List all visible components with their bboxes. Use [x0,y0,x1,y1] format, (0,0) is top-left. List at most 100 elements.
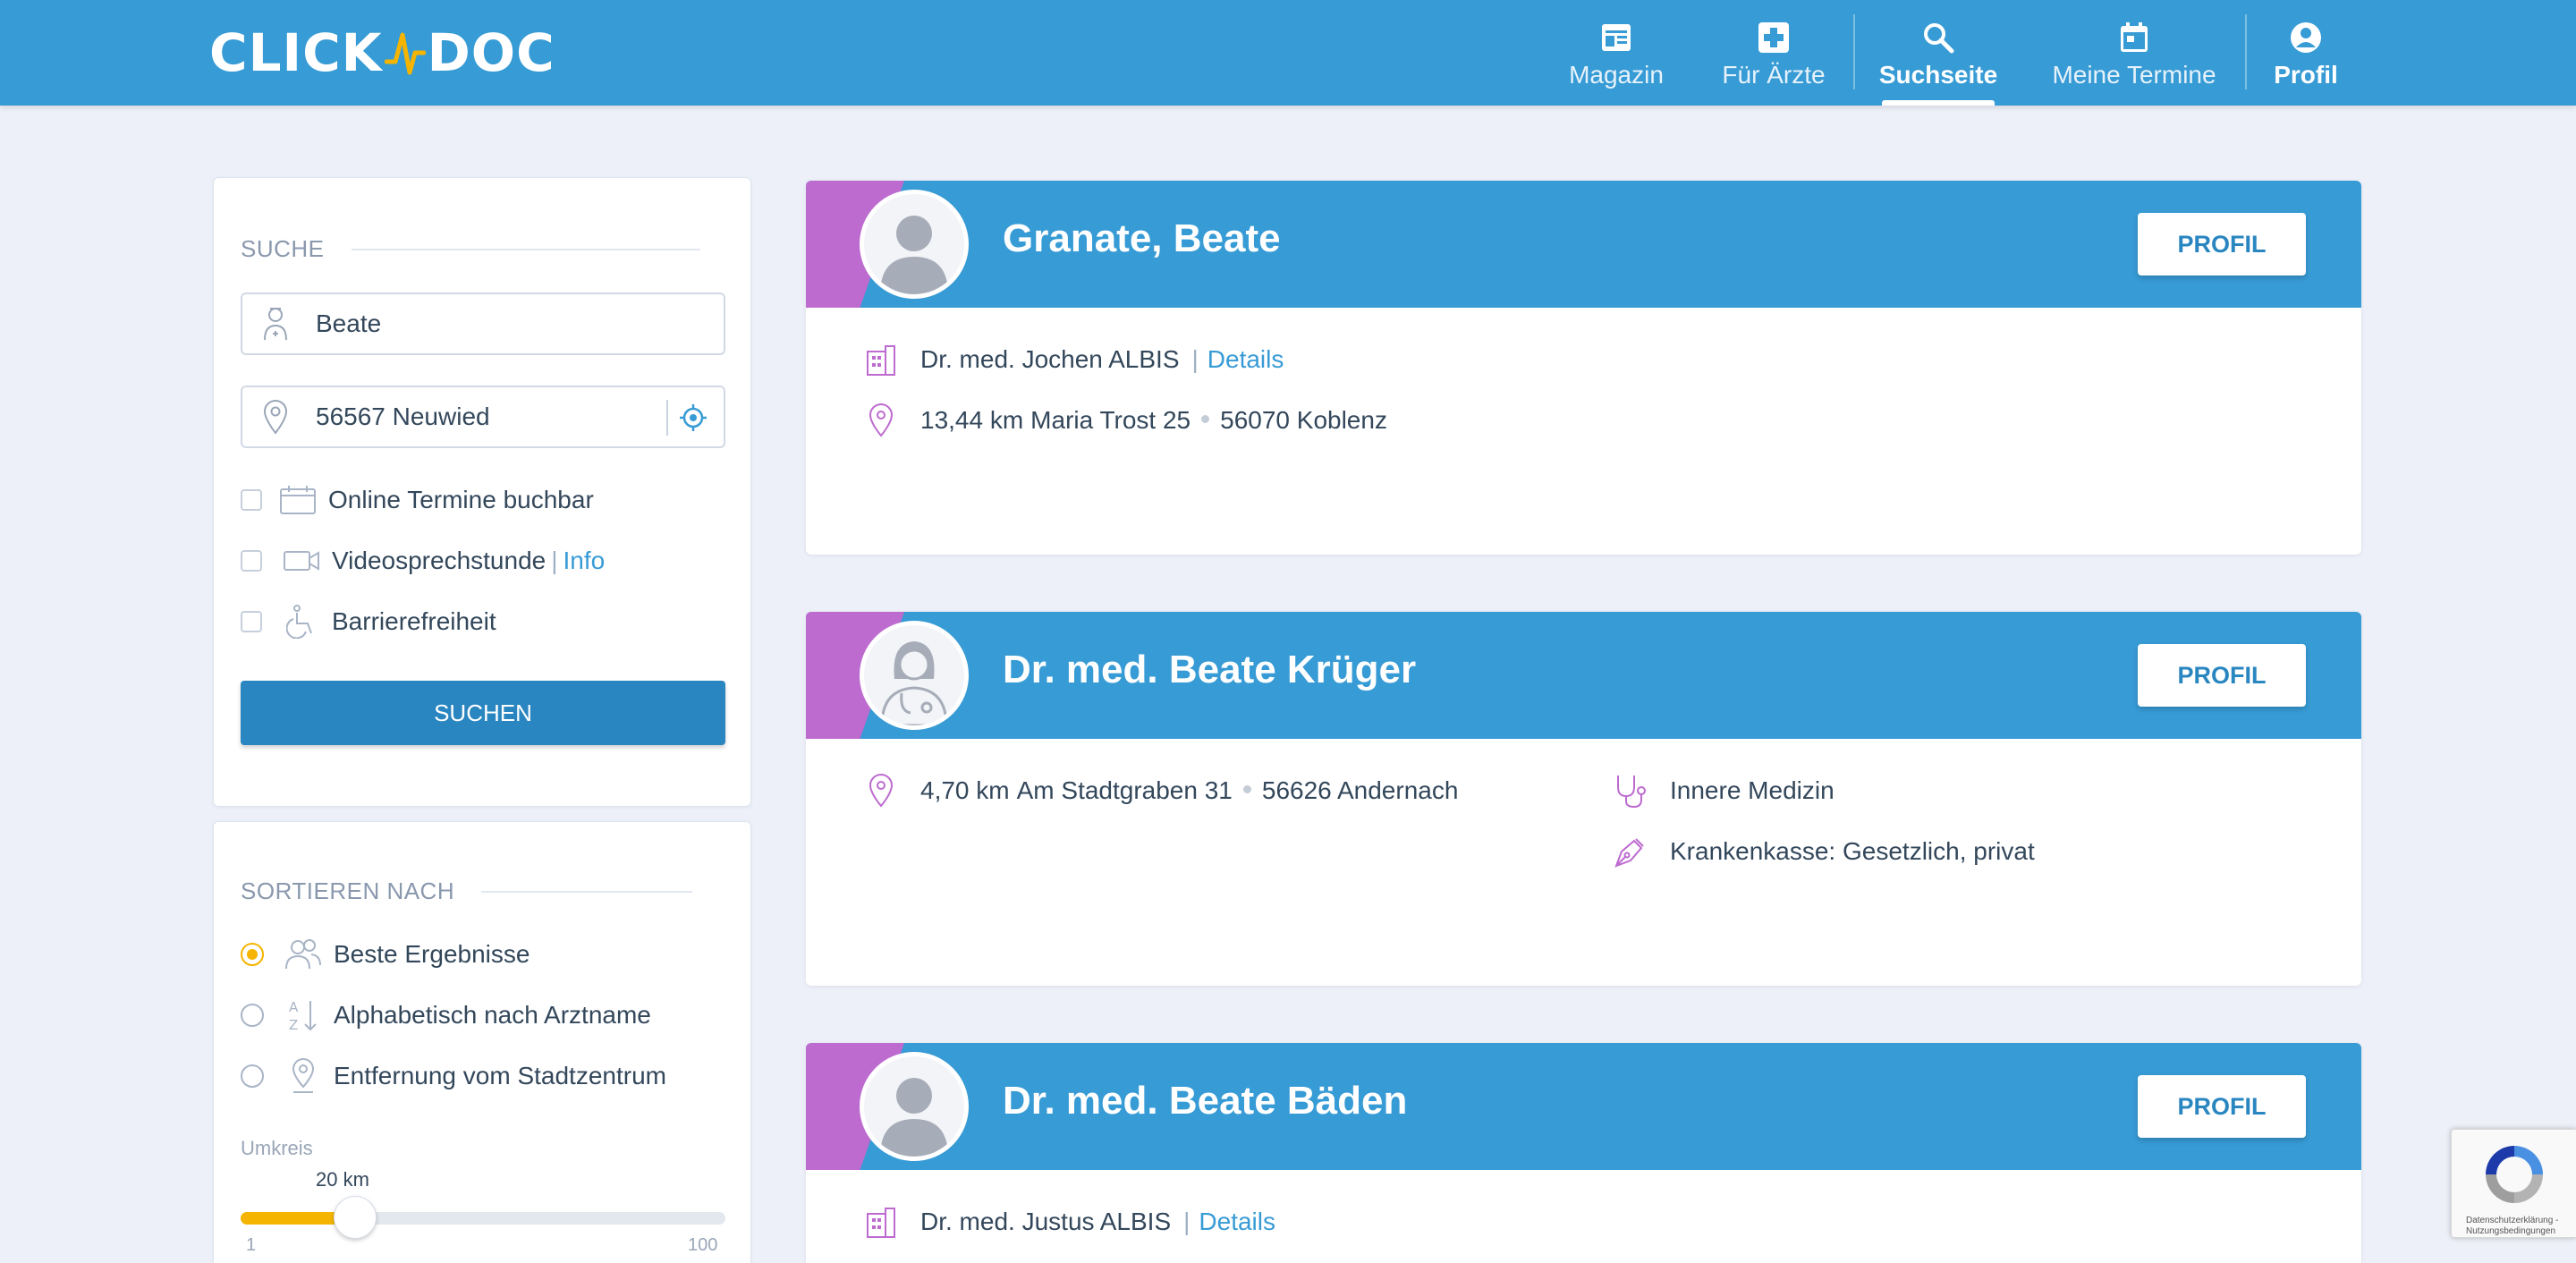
sort-option-label: Beste Ergebnisse [334,940,530,968]
barrierefreiheit-checkbox[interactable] [241,611,262,632]
separator: | [1191,345,1199,373]
result-card-header: Dr. med. Beate Krüger PROFIL [806,612,2361,739]
svg-text:Z: Z [289,1017,298,1033]
sort-option-alphabetisch[interactable]: AZ Alphabetisch nach Arztname [241,997,651,1033]
nav-label: Suchseite [1878,61,1998,89]
practice-row: Dr. med. Justus ALBIS | Details [863,1204,1275,1240]
doctor-name[interactable]: Dr. med. Beate Bäden [1003,1079,1407,1123]
practice-row: Dr. med. Jochen ALBIS | Details [863,342,1284,377]
search-panel-heading: SUCHE [241,235,325,262]
location-input-value: 56567 Neuwied [316,403,490,430]
bullet-dot [1201,414,1210,423]
sort-alphabetisch-radio[interactable] [241,1004,264,1027]
city: 56626 Andernach [1261,776,1459,804]
profil-button[interactable]: PROFIL [2138,1075,2306,1138]
calendar-outline-icon [278,482,318,518]
online-termine-checkbox[interactable] [241,489,262,511]
newspaper-icon [1600,20,1632,55]
sort-panel-heading: SORTIEREN NACH [241,877,455,904]
search-icon [1922,20,1954,55]
filter-label: Videosprechstunde [332,547,547,574]
avatar [860,1052,969,1161]
address-row: 13,44 km Maria Trost 25 56070 Koblenz [863,403,1387,438]
search-panel-title: SUCHE [241,235,700,263]
radius-slider-track[interactable] [241,1196,725,1239]
logo-text-right: DOC [427,22,555,83]
doctor-name[interactable]: Dr. med. Beate Krüger [1003,648,1416,692]
wheelchair-icon [282,604,321,640]
radius-label: Umkreis [241,1137,313,1159]
pulse-icon [384,32,426,75]
details-link[interactable]: Details [1199,1208,1275,1236]
result-card: Dr. med. Beate Krüger PROFIL 4,70 km Am … [806,612,2361,986]
nav-fuer-aerzte[interactable]: Für Ärzte [1719,0,1828,106]
name-input-value: Beate [316,309,382,337]
separator: | [1183,1208,1191,1235]
radius-value: 20 km [316,1168,369,1191]
top-header: CLICK DOC Magazin Für Ärzte Suchseite Me… [0,0,2576,106]
separator: | [551,547,558,574]
nav-profil[interactable]: Profil [2268,0,2343,106]
location-input[interactable]: 56567 Neuwied [241,386,725,448]
street: Am Stadtgraben 31 [1016,776,1233,804]
crosshair-icon [680,404,707,431]
practice-name: Dr. med. Justus ALBIS [920,1208,1172,1235]
recaptcha-logo-icon [2486,1146,2543,1203]
sort-beste-radio[interactable] [241,943,264,966]
locate-me-button[interactable] [666,400,708,436]
doctor-person-icon [262,306,305,342]
radius-min-label: 1 [246,1235,257,1255]
sort-panel-title: SORTIEREN NACH [241,877,693,905]
specialty-row: Innere Medizin [1613,773,1835,809]
result-card: Granate, Beate PROFIL Dr. med. Jochen AL… [806,181,2361,555]
search-button[interactable]: SUCHEN [241,681,725,745]
nav-suchseite[interactable]: Suchseite [1878,0,1998,106]
clickdoc-logo[interactable]: CLICK DOC [209,21,555,84]
doctor-name[interactable]: Granate, Beate [1003,216,1281,261]
street: Maria Trost 25 [1030,406,1191,434]
filter-online-termine[interactable]: Online Termine buchbar [241,482,594,518]
radius-slider-handle[interactable] [334,1196,377,1239]
profil-button[interactable]: PROFIL [2138,644,2306,707]
person-placeholder-icon [880,1078,948,1157]
map-pin-icon [863,403,899,438]
sort-option-beste[interactable]: Beste Ergebnisse [241,937,530,972]
videosprechstunde-checkbox[interactable] [241,550,262,572]
details-link[interactable]: Details [1208,345,1284,374]
sort-entfernung-radio[interactable] [241,1064,264,1088]
sort-az-icon: AZ [284,997,323,1033]
filter-videosprechstunde[interactable]: Videosprechstunde | Info [241,543,605,579]
nav-meine-termine[interactable]: Meine Termine [2048,0,2220,106]
videosprechstunde-info-link[interactable]: Info [564,547,606,575]
map-pin-icon [863,773,899,809]
recaptcha-badge[interactable]: Datenschutzerklärung - Nutzungsbedingung… [2451,1129,2576,1238]
nav-label: Magazin [1569,61,1664,89]
search-panel: SUCHE Beate 56567 Neuwied Online Termine… [213,177,751,807]
nav-divider [1853,14,1855,89]
nav-label: Profil [2274,61,2338,89]
logo-text-left: CLICK [209,22,383,83]
recaptcha-privacy-link[interactable]: Datenschutzerklärung - [2466,1216,2558,1226]
active-tab-indicator [1882,100,1995,106]
recaptcha-terms-link[interactable]: Nutzungsbedingungen [2466,1226,2558,1237]
calendar-icon [2119,20,2149,55]
nav-magazin[interactable]: Magazin [1567,0,1665,106]
female-doctor-icon [880,641,948,725]
sort-option-label: Alphabetisch nach Arztname [334,1001,651,1029]
nav-divider [2245,14,2247,89]
result-card-header: Granate, Beate PROFIL [806,181,2361,308]
video-camera-icon [282,543,321,579]
user-circle-icon [2290,20,2322,55]
medical-cross-icon [1758,20,1790,55]
result-card-header: Dr. med. Beate Bäden PROFIL [806,1043,2361,1170]
filter-barrierefreiheit[interactable]: Barrierefreiheit [241,604,496,640]
sort-panel: SORTIEREN NACH Beste Ergebnisse AZ Alpha… [213,821,751,1263]
sort-option-entfernung[interactable]: Entfernung vom Stadtzentrum [241,1058,666,1094]
users-icon [284,937,323,972]
avatar [860,621,969,730]
nav-label: Für Ärzte [1722,61,1826,89]
profil-button[interactable]: PROFIL [2138,213,2306,275]
distance: 4,70 km [920,776,1010,804]
name-search-input[interactable]: Beate [241,292,725,355]
sort-option-label: Entfernung vom Stadtzentrum [334,1062,666,1089]
